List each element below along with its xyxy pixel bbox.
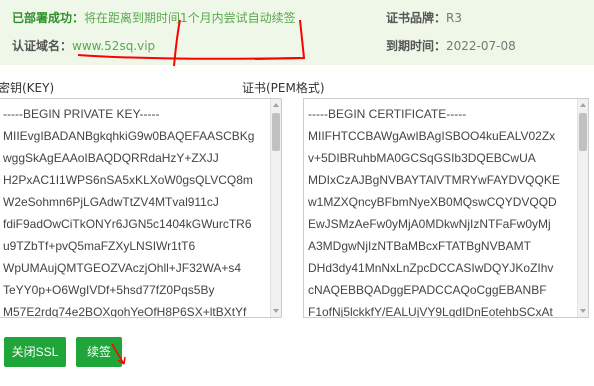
cert-line: v+5DIBRuhbMA0GCSqGSIb3DQEBCwUA (308, 151, 536, 165)
ssl-panel: 已部署成功：将在距离到期时间1个月内尝试自动续签 认证域名：www.52sq.v… (0, 0, 594, 386)
deploy-status-message: 将在距离到期时间1个月内尝试自动续签 (84, 11, 296, 25)
key-line: fdiF9adOwCiTkONYr6JGN5c1404kGWurcTR6 (3, 217, 252, 231)
key-line: -----BEGIN PRIVATE KEY----- (3, 107, 160, 121)
key-line: MIIEvgIBADANBgkqhkiG9w0BAQEFAASCBKg (3, 129, 255, 143)
expire-label: 到期时间： (386, 39, 447, 53)
certificate-textarea[interactable]: -----BEGIN CERTIFICATE----- MIIFHTCCBAWg… (303, 98, 589, 318)
key-scrollbar[interactable] (270, 99, 281, 317)
expire-row: 到期时间：2022-07-08 (386, 37, 516, 54)
key-line: u9TZbTf+pvQ5maFZXyLNSIWr1tT6 (3, 239, 196, 253)
brand-row: 证书品牌：R3 (386, 9, 462, 26)
key-line: M57E2rdq74e2BOXgohYeOfH8P6SX+ltBXtYf (3, 305, 247, 318)
scrollbar-thumb[interactable] (272, 113, 280, 151)
cert-line: F1ofNj5lckkfY/EALUjVY9LqdIDnEotehbSCxAt (308, 305, 553, 318)
cert-scrollbar[interactable] (577, 99, 588, 317)
cert-line: EwJSMzAeFw0yMjA0MDkwNjIzNTFaFw0yMj (308, 217, 551, 231)
private-key-lines: -----BEGIN PRIVATE KEY----- MIIEvgIBADAN… (3, 103, 267, 318)
key-section-title: 密钥(KEY) (0, 81, 55, 95)
brand-label: 证书品牌： (386, 11, 447, 25)
renew-button[interactable]: 续签 (76, 337, 122, 367)
cert-line: -----BEGIN CERTIFICATE----- (308, 107, 467, 121)
close-ssl-button[interactable]: 关闭SSL (4, 337, 66, 367)
private-key-textarea[interactable]: -----BEGIN PRIVATE KEY----- MIIEvgIBADAN… (0, 98, 282, 318)
key-line: WpUMAujQMTGEOZVAczjOhll+JF32WA+s4 (3, 261, 242, 275)
deploy-status-label: 已部署成功： (12, 11, 85, 25)
ssl-status-banner: 已部署成功：将在距离到期时间1个月内尝试自动续签 认证域名：www.52sq.v… (0, 0, 594, 65)
scroll-down-arrow-icon[interactable] (580, 309, 586, 313)
cert-section-title: 证书(PEM格式) (242, 81, 325, 95)
domain-value: www.52sq.vip (72, 39, 156, 53)
cert-line: DHd3dy41MnNxLnZpcDCCASIwDQYJKoZIhv (308, 261, 554, 275)
cert-line: w1MZXQncyBFbmNyeXB0MQswCQYDVQQD (308, 195, 557, 209)
domain-row: 认证域名：www.52sq.vip (12, 37, 155, 54)
key-line: TeYY0p+O6WgIVDf+5hsd77fZ0Pqs5By (3, 283, 215, 297)
scrollbar-thumb[interactable] (579, 113, 587, 151)
deploy-status-row: 已部署成功：将在距离到期时间1个月内尝试自动续签 (12, 9, 296, 26)
key-line: wggSkAgEAAoIBAQDQRRdaHzY+ZXJJ (3, 151, 219, 165)
cert-line: MDIxCzAJBgNVBAYTAlVTMRYwFAYDVQQKE (308, 173, 560, 187)
certificate-lines: -----BEGIN CERTIFICATE----- MIIFHTCCBAWg… (308, 103, 574, 318)
domain-label: 认证域名： (12, 39, 73, 53)
cert-line: cNAQEBBQADggEPADCCAQoCggEBANBF (308, 283, 547, 297)
cert-line: MIIFHTCCBAWgAwIBAgISBOO4kuEALV02Zx (308, 129, 556, 143)
key-line: W2eSohmn6PjLGAdwTtZV4MTval911cJ (3, 195, 219, 209)
cert-line: A3MDgwNjIzNTBaMBcxFTATBgNVBAMT (308, 239, 531, 253)
key-line: H2PxAC1I1WPS6nSA5xKLXoW0gsQLVCQ8m (3, 173, 253, 187)
scroll-up-arrow-icon[interactable] (580, 103, 586, 107)
brand-value: R3 (446, 11, 462, 25)
scroll-up-arrow-icon[interactable] (273, 103, 279, 107)
expire-value: 2022-07-08 (446, 39, 516, 53)
scroll-down-arrow-icon[interactable] (273, 309, 279, 313)
